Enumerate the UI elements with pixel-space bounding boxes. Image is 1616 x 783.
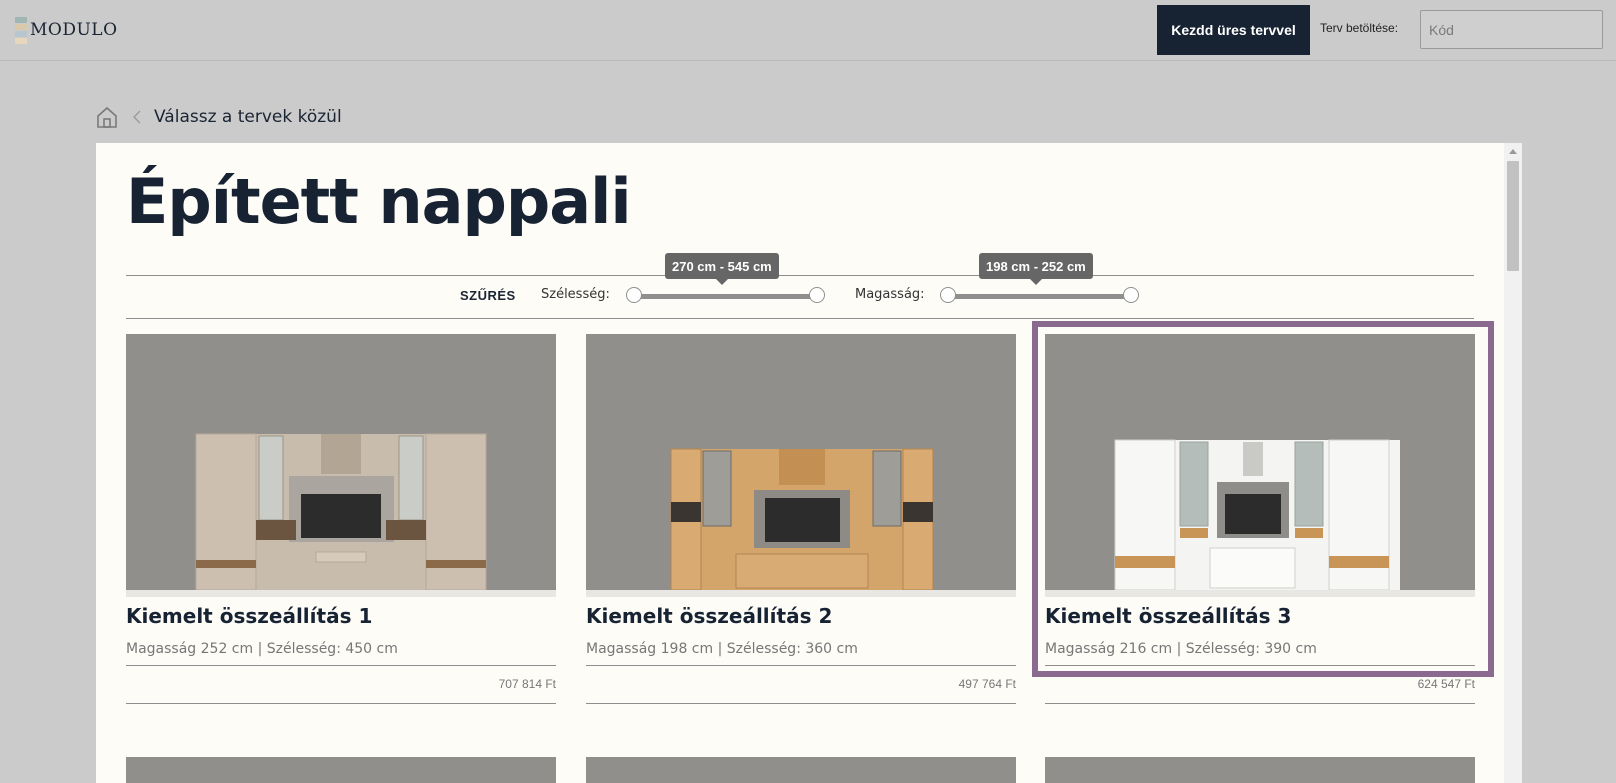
card-divider: [126, 703, 556, 704]
design-card-6-image[interactable]: [1045, 757, 1475, 783]
height-slider-max-handle[interactable]: [1123, 287, 1139, 303]
design-title[interactable]: Kiemelt összeállítás 3: [1045, 604, 1291, 628]
floor: [586, 590, 1016, 597]
filter-label: SZŰRÉS: [460, 288, 516, 303]
design-image[interactable]: [126, 334, 556, 597]
furniture-illustration: [670, 448, 934, 591]
card-divider: [586, 703, 1016, 704]
logo-icon: [15, 17, 27, 44]
card-divider: [126, 665, 556, 666]
furniture-illustration: [195, 433, 487, 591]
design-dimensions: Magasság 198 cm | Szélesség: 360 cm: [586, 641, 858, 657]
chevron-left-icon: [133, 110, 141, 124]
design-dimensions: Magasság 252 cm | Szélesség: 450 cm: [126, 641, 398, 657]
width-filter-label: Szélesség:: [541, 287, 610, 302]
card-divider: [1045, 665, 1475, 666]
logo-text: MODULO: [30, 20, 118, 40]
breadcrumb-current: Válassz a tervek közül: [154, 107, 342, 127]
card-divider: [586, 665, 1016, 666]
page-title: Épített nappali: [126, 165, 632, 238]
design-image[interactable]: [1045, 334, 1475, 597]
design-dimensions: Magasság 216 cm | Szélesség: 390 cm: [1045, 641, 1317, 657]
design-price: 497 764 Ft: [958, 677, 1016, 691]
width-slider-min-handle[interactable]: [626, 287, 642, 303]
design-title[interactable]: Kiemelt összeállítás 2: [586, 604, 832, 628]
width-slider-max-handle[interactable]: [809, 287, 825, 303]
scroll-up-arrow-icon[interactable]: [1509, 149, 1517, 154]
filter-top-divider: [126, 275, 1474, 276]
scrollbar-thumb[interactable]: [1507, 161, 1519, 271]
floor: [126, 590, 556, 597]
design-card-3[interactable]: Kiemelt összeállítás 3 Magasság 216 cm |…: [1032, 321, 1494, 704]
furniture-illustration: [1114, 439, 1400, 591]
plan-code-input[interactable]: [1420, 10, 1603, 49]
height-slider-min-handle[interactable]: [940, 287, 956, 303]
design-image[interactable]: [586, 334, 1016, 597]
start-empty-plan-button[interactable]: Kezdd üres tervvel: [1157, 5, 1310, 55]
design-card-4-image[interactable]: [126, 757, 556, 783]
home-icon[interactable]: [96, 106, 118, 128]
design-card-2[interactable]: Kiemelt összeállítás 2 Magasság 198 cm |…: [586, 334, 1016, 704]
height-range-tooltip: 198 cm - 252 cm: [979, 253, 1093, 285]
breadcrumb: Válassz a tervek közül: [96, 104, 342, 130]
design-price: 707 814 Ft: [498, 677, 556, 691]
width-range-tooltip: 270 cm - 545 cm: [665, 253, 779, 285]
design-title[interactable]: Kiemelt összeállítás 1: [126, 604, 372, 628]
design-card-1[interactable]: Kiemelt összeállítás 1 Magasság 252 cm |…: [126, 334, 556, 704]
width-slider-track[interactable]: [634, 294, 817, 299]
design-price: 624 547 Ft: [1417, 677, 1475, 691]
floor: [1045, 590, 1475, 597]
design-card-5-image[interactable]: [586, 757, 1016, 783]
panel-scrollbar[interactable]: [1504, 143, 1522, 783]
main-panel: Épített nappali SZŰRÉS Szélesség: 270 cm…: [96, 143, 1522, 783]
top-bar: MODULO Kezdd üres tervvel Terv betöltése…: [0, 0, 1616, 61]
logo[interactable]: MODULO: [15, 16, 118, 44]
load-plan-label: Terv betöltése:: [1320, 21, 1399, 35]
height-slider-track[interactable]: [948, 294, 1131, 299]
filter-bottom-divider: [126, 318, 1474, 319]
card-divider: [1045, 703, 1475, 704]
height-filter-label: Magasság:: [855, 287, 925, 302]
